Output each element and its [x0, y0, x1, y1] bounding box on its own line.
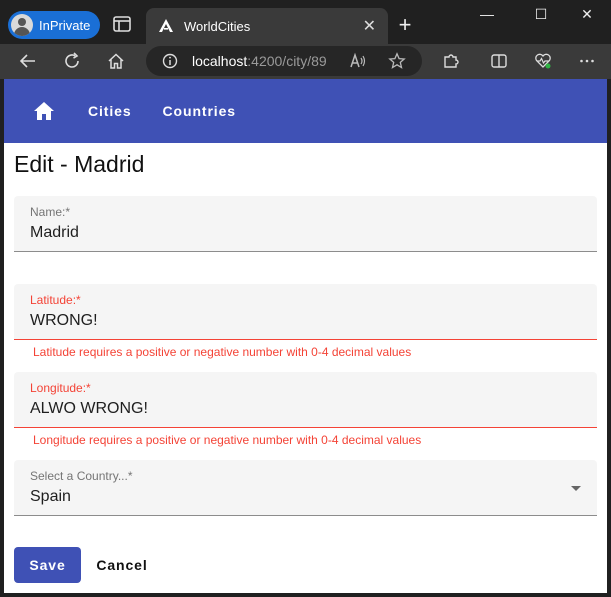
url-text: localhost:4200/city/89: [192, 53, 327, 69]
longitude-field-label: Longitude:*: [30, 381, 91, 395]
back-arrow-icon: [19, 54, 35, 68]
inprivate-profile-button[interactable]: InPrivate: [8, 11, 100, 39]
name-field-value[interactable]: Madrid: [30, 224, 79, 242]
url-path: :4200/city/89: [247, 53, 327, 69]
home-button[interactable]: [20, 87, 68, 135]
heartbeat-icon: [535, 53, 551, 69]
browser-home-button[interactable]: [105, 50, 127, 72]
page-content: Cities Countries Edit - Madrid Name:* Ma…: [4, 79, 607, 593]
puzzle-icon: [444, 54, 459, 68]
longitude-field-value[interactable]: ALWO WRONG!: [30, 400, 148, 418]
country-select-underline: [14, 515, 597, 516]
browser-essentials-button[interactable]: [532, 50, 554, 72]
tab-actions-button[interactable]: [112, 14, 136, 36]
save-button[interactable]: Save: [14, 547, 81, 583]
split-screen-icon: [491, 54, 507, 68]
angular-favicon-icon: [159, 19, 173, 32]
tab-close-icon[interactable]: ✕: [363, 16, 376, 36]
profile-avatar-icon: [11, 14, 33, 36]
cancel-button[interactable]: Cancel: [90, 547, 154, 583]
longitude-field[interactable]: Longitude:* ALWO WRONG!: [14, 372, 597, 428]
tab-title: WorldCities: [184, 18, 251, 34]
nav-link-countries[interactable]: Countries: [159, 95, 240, 127]
new-tab-button[interactable]: +: [395, 12, 415, 38]
home-icon: [34, 102, 54, 120]
latitude-error-message: Latitude requires a positive or negative…: [33, 345, 412, 359]
browser-tab-active[interactable]: WorldCities ✕: [146, 8, 388, 44]
latitude-field-underline: [14, 339, 597, 340]
page-title: Edit - Madrid: [14, 151, 145, 177]
address-bar[interactable]: localhost:4200/city/89: [146, 46, 422, 76]
maximize-button[interactable]: ☐: [523, 6, 559, 23]
inprivate-label: InPrivate: [39, 17, 91, 33]
name-field-underline: [14, 251, 597, 252]
url-host: localhost: [192, 53, 248, 69]
close-window-button[interactable]: ✕: [569, 6, 605, 23]
latitude-field-value[interactable]: WRONG!: [30, 312, 98, 330]
latitude-field-label: Latitude:*: [30, 293, 81, 307]
refresh-icon: [65, 52, 79, 68]
dropdown-arrow-icon[interactable]: [571, 486, 581, 491]
back-button[interactable]: [17, 50, 39, 72]
longitude-error-message: Longitude requires a positive or negativ…: [33, 433, 422, 447]
browser-home-icon: [108, 53, 124, 69]
refresh-button[interactable]: [61, 50, 83, 72]
browser-toolbar: localhost:4200/city/89: [0, 44, 611, 79]
tab-actions-icon: [113, 16, 131, 32]
country-select[interactable]: Select a Country...* Spain: [14, 460, 597, 516]
more-menu-button[interactable]: [576, 50, 598, 72]
country-select-value[interactable]: Spain: [30, 488, 71, 506]
name-field-label: Name:*: [30, 205, 71, 219]
more-dots-icon: [580, 59, 594, 63]
read-aloud-icon: [350, 52, 366, 68]
minimize-button[interactable]: —: [469, 6, 505, 22]
browser-tab-strip: InPrivate WorldCities ✕ + — ☐ ✕: [0, 0, 611, 44]
name-field[interactable]: Name:* Madrid: [14, 196, 597, 252]
star-icon: [388, 52, 406, 69]
read-aloud-button[interactable]: [347, 50, 369, 72]
latitude-field[interactable]: Latitude:* WRONG!: [14, 284, 597, 340]
site-info-icon[interactable]: [162, 53, 178, 69]
country-select-label: Select a Country...*: [30, 469, 133, 483]
nav-link-cities[interactable]: Cities: [84, 95, 136, 127]
extensions-button[interactable]: [440, 50, 462, 72]
app-navbar: Cities Countries: [4, 79, 607, 143]
longitude-field-underline: [14, 427, 597, 428]
split-screen-button[interactable]: [488, 50, 510, 72]
favorite-button[interactable]: [386, 50, 408, 72]
